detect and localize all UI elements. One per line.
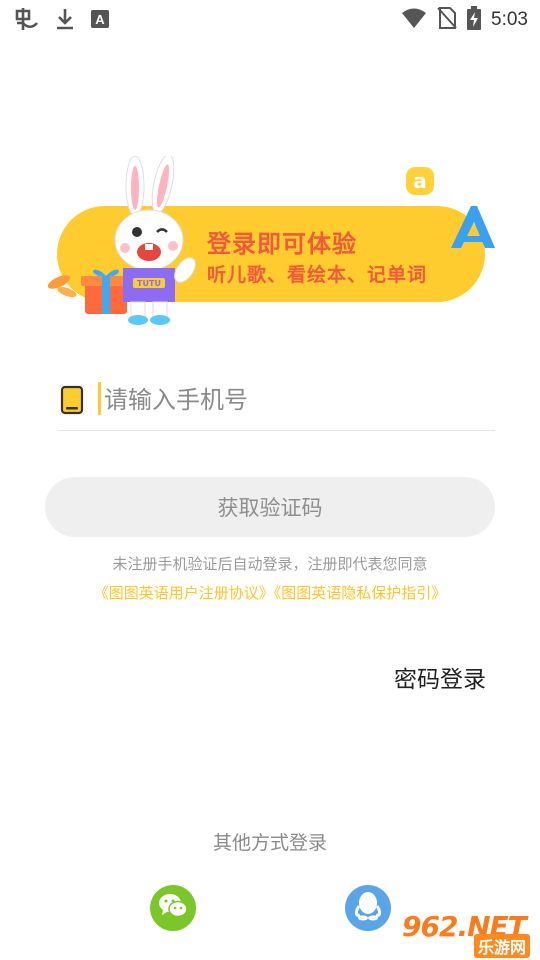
agreement-text: 未注册手机验证后自动登录，注册即代表您同意 [112,555,428,573]
status-bar: A 5:03 [0,0,540,38]
banner-title: 登录即可体验 [207,230,357,258]
qq-icon [354,890,382,926]
get-verification-code-button[interactable]: 获取验证码 [45,477,495,537]
banner-subtitle: 听儿歌、看绘本、记单词 [207,264,428,286]
agreement-links: 《图图英语用户注册协议》《图图英语隐私保护指引》 [0,582,540,603]
wifi-icon [401,7,427,33]
letter-a-decoration: a [405,166,435,200]
leaf-decoration [45,262,85,306]
download-icon [54,7,76,35]
wechat-login-button[interactable] [150,885,196,931]
password-login-link[interactable]: 密码登录 [394,660,486,694]
status-time: 5:03 [491,9,528,30]
letter-A-decoration [447,202,499,258]
app-notification-icon [14,7,40,35]
user-agreement-link[interactable]: 《图图英语用户注册协议》 [94,584,274,602]
svg-text:TUTU: TUTU [137,279,161,288]
watermark-sub: 乐游网 [473,934,530,958]
no-sim-icon [437,6,457,34]
svg-text:A: A [95,12,105,27]
svg-text:a: a [413,169,427,193]
promo-banner: a TUTU 登录即可体验 听儿歌、看绘本、记单词 [45,150,505,340]
phone-icon [60,385,84,419]
font-icon: A [90,9,110,33]
phone-input-row [58,372,495,431]
battery-charging-icon [467,6,482,34]
phone-number-input[interactable] [104,380,484,420]
wechat-icon [158,893,188,923]
other-login-title: 其他方式登录 [212,832,327,854]
qq-login-button[interactable] [345,885,391,931]
privacy-policy-link[interactable]: 《图图英语隐私保护指引》 [274,584,447,602]
site-watermark: 962.NET 乐游网 [402,910,536,958]
input-caret [98,382,101,415]
rabbit-mascot: TUTU [101,154,201,330]
